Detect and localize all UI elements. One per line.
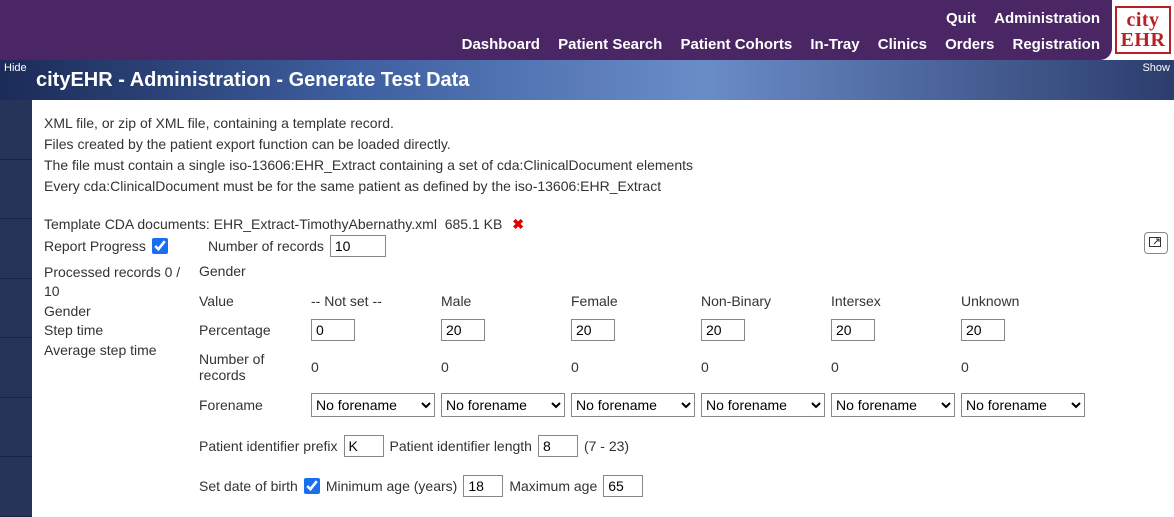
- template-file-row: Template CDA documents: EHR_Extract-Timo…: [44, 216, 1150, 233]
- nav-patient-cohorts[interactable]: Patient Cohorts: [681, 36, 793, 53]
- col-header-notset: -- Not set --: [311, 293, 441, 309]
- col-header-unknown: Unknown: [961, 293, 1091, 309]
- template-label: Template CDA documents:: [44, 216, 210, 232]
- pct-notset[interactable]: [311, 319, 355, 341]
- stats-step-time: Step time: [44, 321, 199, 341]
- nav-quit[interactable]: Quit: [946, 10, 976, 27]
- sidebar-slot[interactable]: [0, 219, 32, 279]
- pid-prefix-label: Patient identifier prefix: [199, 438, 338, 454]
- pct-nonbinary[interactable]: [701, 319, 745, 341]
- nav-clinics[interactable]: Clinics: [878, 36, 927, 53]
- logo-bottom: EHR: [1121, 30, 1166, 50]
- gender-section-title: Gender: [199, 263, 1150, 279]
- row-label-percentage: Percentage: [199, 322, 311, 338]
- page-title: cityEHR - Administration - Generate Test…: [36, 69, 469, 92]
- forename-nonbinary[interactable]: No forename: [701, 393, 825, 417]
- dob-min-input[interactable]: [463, 475, 503, 497]
- nav-registration[interactable]: Registration: [1012, 36, 1100, 53]
- nav-orders[interactable]: Orders: [945, 36, 994, 53]
- popup-arrow-icon: [1149, 237, 1163, 249]
- remove-file-icon[interactable]: ✖: [512, 216, 524, 232]
- pct-unknown[interactable]: [961, 319, 1005, 341]
- sidebar-slot[interactable]: [0, 398, 32, 458]
- num-records-label: Number of records: [208, 238, 324, 254]
- pct-intersex[interactable]: [831, 319, 875, 341]
- row-label-value: Value: [199, 293, 311, 309]
- left-sidebar: [0, 100, 32, 517]
- popup-icon[interactable]: [1144, 232, 1168, 254]
- nav-in-tray[interactable]: In-Tray: [810, 36, 859, 53]
- sidebar-slot[interactable]: [0, 100, 32, 160]
- show-button[interactable]: Show: [1142, 62, 1170, 74]
- nav-dashboard[interactable]: Dashboard: [462, 36, 540, 53]
- content-area: XML file, or zip of XML file, containing…: [32, 100, 1174, 517]
- instruction-line: Every cda:ClinicalDocument must be for t…: [44, 177, 1150, 196]
- nr-intersex: 0: [831, 359, 961, 375]
- forename-notset[interactable]: No forename: [311, 393, 435, 417]
- dob-set-label: Set date of birth: [199, 478, 298, 494]
- num-records-input[interactable]: [330, 235, 386, 257]
- top-bar: Quit Administration Dashboard Patient Se…: [0, 0, 1112, 60]
- logo-area: city EHR: [1112, 0, 1174, 60]
- report-progress-label: Report Progress: [44, 238, 146, 254]
- dob-set-checkbox[interactable]: [304, 478, 320, 494]
- sidebar-slot[interactable]: [0, 160, 32, 220]
- forename-male[interactable]: No forename: [441, 393, 565, 417]
- page-subheader: Hide cityEHR - Administration - Generate…: [0, 60, 1174, 100]
- forename-unknown[interactable]: No forename: [961, 393, 1085, 417]
- nr-notset: 0: [311, 359, 441, 375]
- report-progress-checkbox[interactable]: [152, 238, 168, 254]
- sidebar-slot[interactable]: [0, 338, 32, 398]
- forename-intersex[interactable]: No forename: [831, 393, 955, 417]
- logo-top: city: [1121, 10, 1166, 30]
- pct-female[interactable]: [571, 319, 615, 341]
- nav-patient-search[interactable]: Patient Search: [558, 36, 662, 53]
- instruction-line: The file must contain a single iso-13606…: [44, 156, 1150, 175]
- instruction-line: Files created by the patient export func…: [44, 135, 1150, 154]
- stats-avg-step-time: Average step time: [44, 341, 199, 361]
- instruction-line: XML file, or zip of XML file, containing…: [44, 114, 1150, 133]
- progress-stats: Processed records 0 / 10 Gender Step tim…: [44, 263, 199, 497]
- dob-max-label: Maximum age: [509, 478, 597, 494]
- col-header-female: Female: [571, 293, 701, 309]
- col-header-male: Male: [441, 293, 571, 309]
- dob-max-input[interactable]: [603, 475, 643, 497]
- col-header-intersex: Intersex: [831, 293, 961, 309]
- processed-records: Processed records 0 / 10: [44, 263, 199, 302]
- logo: city EHR: [1115, 6, 1172, 54]
- sidebar-slot[interactable]: [0, 279, 32, 339]
- gender-grid: Value -- Not set -- Male Female Non-Bina…: [199, 293, 1150, 417]
- col-header-nonbinary: Non-Binary: [701, 293, 831, 309]
- instructions: XML file, or zip of XML file, containing…: [44, 114, 1150, 196]
- nav-administration[interactable]: Administration: [994, 10, 1100, 27]
- template-size: 685.1 KB: [445, 216, 503, 232]
- stats-gender: Gender: [44, 302, 199, 322]
- dob-min-label: Minimum age (years): [326, 478, 457, 494]
- hide-button[interactable]: Hide: [4, 62, 27, 74]
- nr-unknown: 0: [961, 359, 1091, 375]
- pid-length-label: Patient identifier length: [390, 438, 532, 454]
- pid-length-hint: (7 - 23): [584, 438, 629, 454]
- nr-female: 0: [571, 359, 701, 375]
- row-label-forename: Forename: [199, 397, 311, 413]
- sidebar-slot[interactable]: [0, 457, 32, 517]
- forename-female[interactable]: No forename: [571, 393, 695, 417]
- template-filename: EHR_Extract-TimothyAbernathy.xml: [214, 216, 437, 232]
- nr-male: 0: [441, 359, 571, 375]
- nr-nonbinary: 0: [701, 359, 831, 375]
- pid-length-input[interactable]: [538, 435, 578, 457]
- row-label-numrecords: Number of records: [199, 351, 311, 383]
- pct-male[interactable]: [441, 319, 485, 341]
- pid-prefix-input[interactable]: [344, 435, 384, 457]
